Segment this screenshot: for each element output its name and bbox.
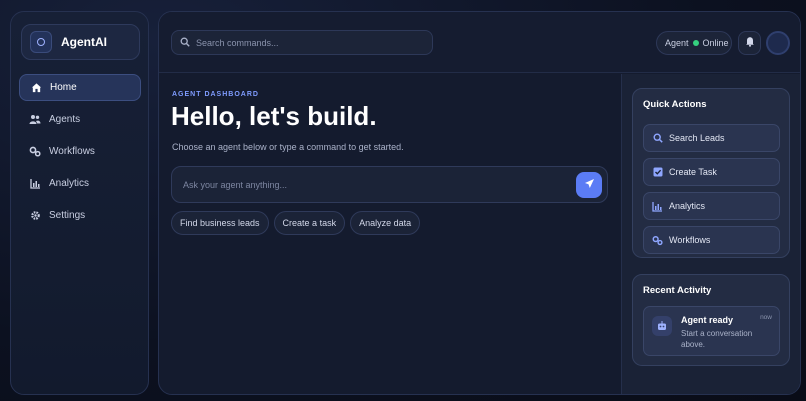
chart-icon (29, 178, 41, 190)
avatar[interactable] (766, 31, 790, 55)
topbar: Search commands... Agent Online (159, 12, 800, 73)
quick-action-label: Search Leads (669, 133, 725, 143)
chip-create-task[interactable]: Create a task (273, 211, 346, 235)
recent-activity-card: Recent Activity Agent ready now Start a … (632, 274, 790, 366)
right-panel: Quick Actions Search Leads Create Task A… (621, 74, 800, 394)
sidebar-nav: Home Agents Workflows Analytics Settings (19, 74, 141, 234)
search-icon (180, 34, 190, 52)
activity-item[interactable]: Agent ready now Start a conversation abo… (643, 306, 780, 356)
quick-action-label: Analytics (669, 201, 706, 211)
gears-icon (652, 235, 663, 246)
ask-input[interactable]: Ask your agent anything... (171, 166, 608, 203)
online-dot (692, 40, 699, 46)
recent-activity-title: Recent Activity (643, 285, 712, 296)
search-placeholder: Search commands... (196, 37, 279, 48)
app-frame: AgentAI Home Agents Workflows Analytics … (0, 0, 806, 401)
quick-action-create-task[interactable]: Create Task (643, 158, 780, 186)
page-title: Hello, let's build. (171, 101, 377, 131)
gears-icon (29, 146, 41, 158)
sidebar-item-label: Analytics (49, 178, 90, 189)
quick-action-workflows[interactable]: Workflows (643, 226, 780, 254)
bell-icon (745, 34, 755, 52)
sidebar-item-settings[interactable]: Settings (19, 202, 141, 229)
brand[interactable]: AgentAI (21, 24, 140, 60)
page-subtitle: Choose an agent below or type a command … (172, 142, 404, 152)
quick-actions-title: Quick Actions (643, 99, 707, 110)
send-icon (584, 176, 595, 194)
search-input[interactable]: Search commands... (171, 30, 433, 55)
ask-placeholder: Ask your agent anything... (183, 179, 288, 190)
sidebar-item-workflows[interactable]: Workflows (19, 138, 141, 165)
chip-analyze-data[interactable]: Analyze data (350, 211, 421, 235)
users-icon (29, 114, 41, 126)
sidebar-item-analytics[interactable]: Analytics (19, 170, 141, 197)
checkbox-icon (652, 167, 663, 178)
hexagon-icon (30, 31, 52, 53)
gear-icon (29, 210, 41, 222)
sidebar-item-label: Agents (49, 114, 81, 125)
dashboard-content: AGENT DASHBOARD Hello, let's build. Choo… (159, 74, 621, 394)
quick-actions-card: Quick Actions Search Leads Create Task A… (632, 88, 790, 258)
robot-icon (652, 316, 672, 336)
suggestion-chips: Find business leads Create a task Analyz… (171, 211, 425, 235)
main-panel: Search commands... Agent Online AGENT DA… (158, 11, 801, 395)
sidebar-item-label: Workflows (49, 146, 95, 157)
search-icon (652, 133, 663, 144)
home-icon (30, 82, 42, 94)
sidebar: AgentAI Home Agents Workflows Analytics … (10, 11, 149, 395)
sidebar-item-label: Home (50, 82, 77, 93)
quick-action-label: Create Task (669, 167, 717, 177)
chart-icon (652, 201, 663, 212)
send-button[interactable] (576, 172, 602, 198)
activity-title: Agent ready (681, 315, 734, 325)
sidebar-item-agents[interactable]: Agents (19, 106, 141, 133)
activity-description: Start a conversation above. (681, 329, 753, 349)
quick-action-analytics[interactable]: Analytics (643, 192, 780, 220)
agent-label: Agent (665, 38, 689, 48)
activity-time: now (760, 314, 772, 321)
agent-status: Online (702, 38, 729, 48)
agent-status-pill[interactable]: Agent Online (656, 31, 732, 55)
brand-name: AgentAI (61, 35, 107, 49)
sidebar-item-label: Settings (49, 210, 86, 221)
notifications-button[interactable] (738, 31, 761, 55)
quick-action-search-leads[interactable]: Search Leads (643, 124, 780, 152)
chip-find-business-leads[interactable]: Find business leads (171, 211, 269, 235)
sidebar-item-home[interactable]: Home (19, 74, 141, 101)
page-eyebrow: AGENT DASHBOARD (172, 91, 259, 98)
quick-action-label: Workflows (669, 235, 711, 245)
